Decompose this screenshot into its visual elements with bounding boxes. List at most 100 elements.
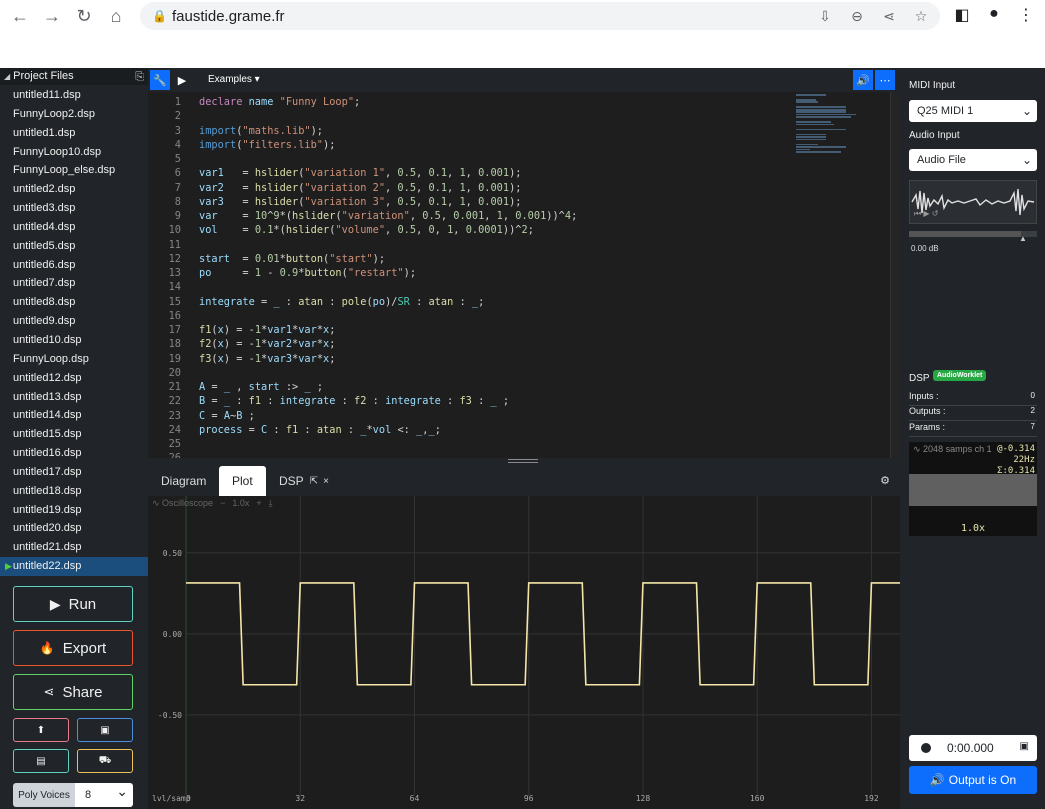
- code-line[interactable]: [199, 109, 577, 123]
- code-line[interactable]: f1(x) = -1*var1*var*x;: [199, 323, 577, 337]
- play-icon[interactable]: ▶: [172, 70, 192, 90]
- file-item[interactable]: FunnyLoop.dsp: [0, 350, 148, 369]
- zoom-out-icon[interactable]: −: [220, 498, 225, 509]
- tab-plot[interactable]: Plot: [219, 466, 266, 496]
- browser-menu-icon[interactable]: ⋮: [1015, 5, 1037, 25]
- file-item[interactable]: untitled22.dsp: [0, 557, 148, 576]
- deliver-button[interactable]: ⛟: [77, 749, 133, 773]
- gain-slider-thumb-icon[interactable]: ▲: [1019, 234, 1027, 243]
- output-toggle-button[interactable]: 🔊 Output is On: [909, 766, 1037, 794]
- project-files-header[interactable]: ◢ Project Files ⎘: [0, 68, 148, 85]
- upload-button[interactable]: ⬆: [13, 718, 69, 742]
- audio-file-waveform[interactable]: ⏮ ▶ ↺: [909, 180, 1037, 224]
- code-line[interactable]: process = C : f1 : atan : _*vol <: _,_;: [199, 423, 577, 437]
- examples-menu[interactable]: Examples ▾: [208, 74, 260, 85]
- file-item[interactable]: untitled8.dsp: [0, 293, 148, 312]
- reload-icon[interactable]: ↻: [73, 5, 95, 27]
- code-line[interactable]: B = _ : f1 : integrate : f2 : integrate …: [199, 394, 577, 408]
- share-button[interactable]: ⋖ Share: [13, 674, 133, 710]
- download-icon[interactable]: ⤓: [269, 498, 273, 509]
- code-line[interactable]: [199, 437, 577, 451]
- code-line[interactable]: vol = 0.1*(hslider("volume", 0.5, 0, 1, …: [199, 223, 577, 237]
- file-item[interactable]: FunnyLoop10.dsp: [0, 143, 148, 162]
- file-item[interactable]: untitled20.dsp: [0, 519, 148, 538]
- file-item[interactable]: untitled17.dsp: [0, 463, 148, 482]
- file-item[interactable]: untitled19.dsp: [0, 501, 148, 520]
- file-item[interactable]: untitled6.dsp: [0, 256, 148, 275]
- new-file-icon[interactable]: ⎘: [135, 69, 144, 86]
- file-item[interactable]: untitled16.dsp: [0, 444, 148, 463]
- audio-input-select[interactable]: Audio File ⌄: [909, 149, 1037, 171]
- code-line[interactable]: [199, 152, 577, 166]
- file-item[interactable]: untitled14.dsp: [0, 406, 148, 425]
- midi-input-select[interactable]: Q25 MIDI 1 ⌄: [909, 100, 1037, 122]
- code-line[interactable]: var1 = hslider("variation 1", 0.5, 0.1, …: [199, 166, 577, 180]
- code-line[interactable]: f2(x) = -1*var2*var*x;: [199, 337, 577, 351]
- more-options-icon[interactable]: ⋯: [875, 70, 895, 90]
- save-button[interactable]: ▣: [77, 718, 133, 742]
- code-line[interactable]: var2 = hslider("variation 2", 0.5, 0.1, …: [199, 181, 577, 195]
- save-recording-icon[interactable]: ▣: [1020, 741, 1029, 752]
- mini-oscilloscope[interactable]: ∿ 2048 samps ch 1 @-0.314 22Hz Σ:0.314 1…: [909, 442, 1037, 536]
- collapse-caret-icon[interactable]: ◢: [4, 72, 10, 81]
- record-icon[interactable]: [921, 743, 931, 753]
- file-item[interactable]: untitled12.dsp: [0, 369, 148, 388]
- file-item[interactable]: untitled18.dsp: [0, 482, 148, 501]
- file-item[interactable]: untitled11.dsp: [0, 86, 148, 105]
- file-item[interactable]: untitled9.dsp: [0, 312, 148, 331]
- code-line[interactable]: A = _ , start :> _ ;: [199, 380, 577, 394]
- file-item[interactable]: untitled1.dsp: [0, 124, 148, 143]
- file-item[interactable]: untitled2.dsp: [0, 180, 148, 199]
- url-text[interactable]: faustide.grame.fr: [172, 8, 285, 25]
- address-bar[interactable]: 🔒 faustide.grame.fr ⇩ ⊖ ⋖ ☆: [140, 2, 940, 30]
- file-item[interactable]: untitled4.dsp: [0, 218, 148, 237]
- file-item[interactable]: untitled3.dsp: [0, 199, 148, 218]
- code-line[interactable]: [199, 280, 577, 294]
- close-icon[interactable]: ×: [323, 476, 329, 487]
- gain-slider[interactable]: ▲: [909, 231, 1037, 243]
- code-line[interactable]: po = 1 - 0.9*button("restart");: [199, 266, 577, 280]
- code-content[interactable]: declare name "Funny Loop"; import("maths…: [199, 95, 577, 466]
- wrench-icon[interactable]: 🔧: [150, 70, 170, 90]
- file-item[interactable]: untitled15.dsp: [0, 425, 148, 444]
- code-line[interactable]: [199, 309, 577, 323]
- file-item[interactable]: FunnyLoop2.dsp: [0, 105, 148, 124]
- install-icon[interactable]: ⇩: [816, 8, 834, 25]
- code-line[interactable]: [199, 238, 577, 252]
- run-button[interactable]: ▶ Run: [13, 586, 133, 622]
- file-item[interactable]: untitled13.dsp: [0, 388, 148, 407]
- file-item[interactable]: FunnyLoop_else.dsp: [0, 161, 148, 180]
- minimap[interactable]: [796, 94, 888, 153]
- bookmark-star-icon[interactable]: ☆: [912, 8, 930, 25]
- code-line[interactable]: f3(x) = -1*var3*var*x;: [199, 352, 577, 366]
- code-line[interactable]: import("filters.lib");: [199, 138, 577, 152]
- share-page-icon[interactable]: ⋖: [880, 8, 898, 25]
- back-icon[interactable]: ←: [9, 5, 31, 27]
- code-line[interactable]: var3 = hslider("variation 3", 0.5, 0.1, …: [199, 195, 577, 209]
- tab-diagram[interactable]: Diagram: [148, 466, 219, 496]
- code-line[interactable]: declare name "Funny Loop";: [199, 95, 577, 109]
- zoom-icon[interactable]: ⊖: [848, 8, 866, 25]
- sidebar-toggle-icon[interactable]: ◧: [951, 5, 973, 25]
- file-item[interactable]: untitled7.dsp: [0, 274, 148, 293]
- file-item[interactable]: untitled10.dsp: [0, 331, 148, 350]
- forward-icon[interactable]: →: [41, 5, 63, 27]
- tab-dsp[interactable]: DSP ⇱ ×: [266, 466, 342, 496]
- download-file-button[interactable]: ▤: [13, 749, 69, 773]
- poly-voices-select[interactable]: 8: [75, 779, 133, 807]
- export-button[interactable]: 🔥 Export: [13, 630, 133, 666]
- popout-icon[interactable]: ⇱: [310, 476, 318, 487]
- profile-avatar-icon[interactable]: ●: [983, 5, 1005, 23]
- code-line[interactable]: [199, 366, 577, 380]
- zoom-in-icon[interactable]: +: [256, 498, 261, 509]
- gear-icon[interactable]: ⚙: [880, 474, 890, 487]
- code-line[interactable]: var = 10^9*(hslider("variation", 0.5, 0.…: [199, 209, 577, 223]
- code-line[interactable]: import("maths.lib");: [199, 124, 577, 138]
- home-icon[interactable]: ⌂: [105, 5, 127, 27]
- code-line[interactable]: start = 0.01*button("start");: [199, 252, 577, 266]
- file-item[interactable]: untitled21.dsp: [0, 538, 148, 557]
- code-line[interactable]: integrate = _ : atan : pole(po)/SR : ata…: [199, 295, 577, 309]
- file-item[interactable]: untitled5.dsp: [0, 237, 148, 256]
- waveform-controls-icon[interactable]: ⏮ ▶ ↺: [914, 209, 939, 219]
- code-line[interactable]: C = A~B ;: [199, 409, 577, 423]
